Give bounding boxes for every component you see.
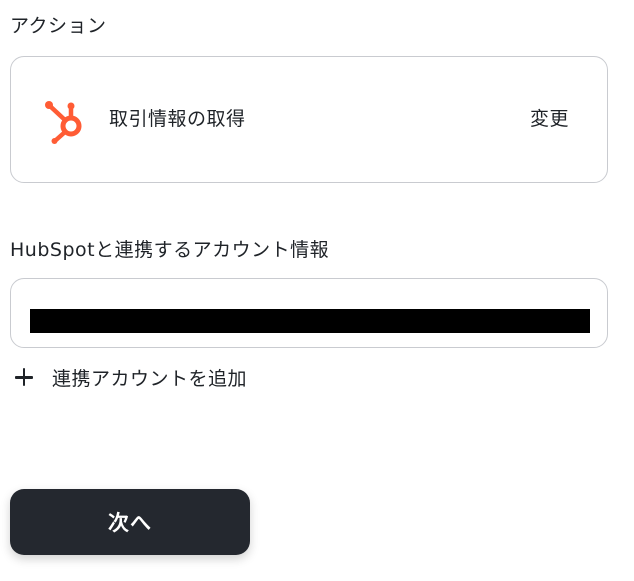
action-name: 取引情報の取得 bbox=[109, 108, 246, 130]
plus-icon bbox=[12, 365, 36, 389]
hubspot-logo-icon bbox=[45, 101, 82, 144]
redacted-account-value bbox=[30, 309, 590, 333]
account-section-title: HubSpotと連携するアカウント情報 bbox=[10, 239, 330, 261]
add-linked-account-button[interactable]: 連携アカウントを追加 bbox=[12, 362, 247, 392]
action-card: 取引情報の取得 変更 bbox=[10, 56, 608, 183]
add-linked-account-label: 連携アカウントを追加 bbox=[52, 367, 248, 390]
action-section-title: アクション bbox=[10, 15, 107, 37]
linked-account-select[interactable] bbox=[10, 278, 608, 348]
next-button[interactable]: 次へ bbox=[10, 489, 250, 555]
action-settings-panel: アクション 取引情報の取得 変更 HubSpotと連携するアカウント情報 連携ア… bbox=[0, 0, 634, 581]
change-action-link[interactable]: 変更 bbox=[530, 107, 569, 131]
